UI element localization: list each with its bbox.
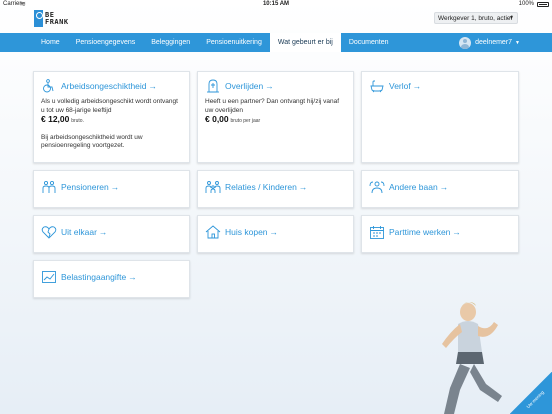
status-bar: Carrier ≋ 10:15 AM 100% <box>0 0 552 9</box>
card-amount-note: bruto. <box>71 118 84 124</box>
card-title: Parttime werken <box>389 227 451 237</box>
nav-item-home[interactable]: Home <box>33 33 68 52</box>
card-andere-baan[interactable]: Andere baan → <box>361 170 519 208</box>
card-relaties-kinderen[interactable]: Relaties / Kinderen → <box>197 170 354 208</box>
arrow-right-icon: → <box>412 81 422 91</box>
card-title: Belastingaangifte <box>61 272 127 282</box>
nav-item-pensioenuitkering[interactable]: Pensioenuitkering <box>198 33 270 52</box>
nav-item-pensioengegevens[interactable]: Pensioengegevens <box>68 33 144 52</box>
befrank-logo[interactable]: BE FRANK <box>34 9 78 28</box>
card-amount: € 12,00 <box>41 114 70 124</box>
elderly-couple-icon <box>41 180 57 194</box>
arrow-right-icon: → <box>269 227 279 237</box>
employer-select-value: Werkgever 1, bruto, actief <box>438 14 513 22</box>
tax-chart-icon <box>41 270 57 284</box>
card-overlijden[interactable]: Overlijden → Heeft u een partner? Dan on… <box>197 71 354 163</box>
card-amount: € 0,00 <box>205 114 229 124</box>
chevron-down-icon: ▼ <box>515 39 520 46</box>
bathtub-icon <box>369 79 385 93</box>
nav-item-documenten[interactable]: Documenten <box>341 33 397 52</box>
card-title: Pensioneren <box>61 182 109 192</box>
arrow-right-icon: → <box>265 81 274 91</box>
card-title: Uit elkaar <box>61 227 97 237</box>
card-title: Andere baan <box>389 182 438 192</box>
main-navigation: Home Pensioengegevens Beleggingen Pensio… <box>0 33 552 52</box>
nav-item-beleggingen[interactable]: Beleggingen <box>143 33 198 52</box>
tombstone-icon <box>205 79 221 93</box>
arrow-right-icon: → <box>148 81 158 91</box>
card-description: Als u volledig arbeidsongeschikt wordt o… <box>41 98 178 114</box>
card-description: Bij arbeidsongeschiktheid wordt uw pensi… <box>41 133 143 150</box>
feedback-label: Uw mening <box>526 389 546 410</box>
calendar-icon <box>369 225 385 239</box>
card-title: Huis kopen <box>225 227 268 237</box>
card-huis-kopen[interactable]: Huis kopen → <box>197 215 354 253</box>
card-title: Verlof <box>389 81 411 91</box>
card-amount-note: bruto per jaar <box>230 118 261 124</box>
feedback-corner-button[interactable]: Uw mening <box>510 372 552 414</box>
clock: 10:15 AM <box>262 1 290 7</box>
card-title: Overlijden <box>225 81 264 91</box>
card-title: Arbeidsongeschiktheid <box>61 81 147 91</box>
wheelchair-icon <box>41 79 57 93</box>
employer-select[interactable]: Werkgever 1, bruto, actief ▼ <box>434 12 518 24</box>
arrow-right-icon: → <box>298 182 308 192</box>
battery-percentage: 100% <box>518 1 534 7</box>
broken-heart-icon <box>41 225 57 239</box>
logo-mark-icon <box>34 10 43 27</box>
nav-item-wat-gebeurt-er-bij[interactable]: Wat gebeurt er bij <box>269 33 341 52</box>
arrow-right-icon: → <box>128 272 137 282</box>
arrow-right-icon: → <box>439 182 449 192</box>
card-title: Relaties / Kinderen <box>225 182 297 192</box>
person-swap-icon <box>369 180 385 194</box>
user-name: deelnemer7 <box>475 39 513 46</box>
battery-icon <box>537 2 549 7</box>
chevron-down-icon: ▼ <box>509 15 514 21</box>
user-menu[interactable]: deelnemer7 ▼ <box>459 33 520 52</box>
avatar <box>459 36 472 49</box>
card-pensioneren[interactable]: Pensioneren → <box>33 170 190 208</box>
arrow-right-icon: → <box>98 227 108 237</box>
card-arbeidsongeschiktheid[interactable]: Arbeidsongeschiktheid → Als u volledig a… <box>33 71 190 163</box>
card-description: Heeft u een partner? Dan ontvangt hij/zi… <box>205 98 340 114</box>
arrow-right-icon: → <box>110 182 120 192</box>
card-uit-elkaar[interactable]: Uit elkaar → <box>33 215 190 253</box>
card-verlof[interactable]: Verlof → <box>361 71 519 163</box>
card-belastingaangifte[interactable]: Belastingaangifte → <box>33 260 190 298</box>
arrow-right-icon: → <box>452 227 461 237</box>
family-icon <box>205 180 221 194</box>
card-parttime-werken[interactable]: Parttime werken → <box>361 215 519 253</box>
house-icon <box>205 225 221 239</box>
